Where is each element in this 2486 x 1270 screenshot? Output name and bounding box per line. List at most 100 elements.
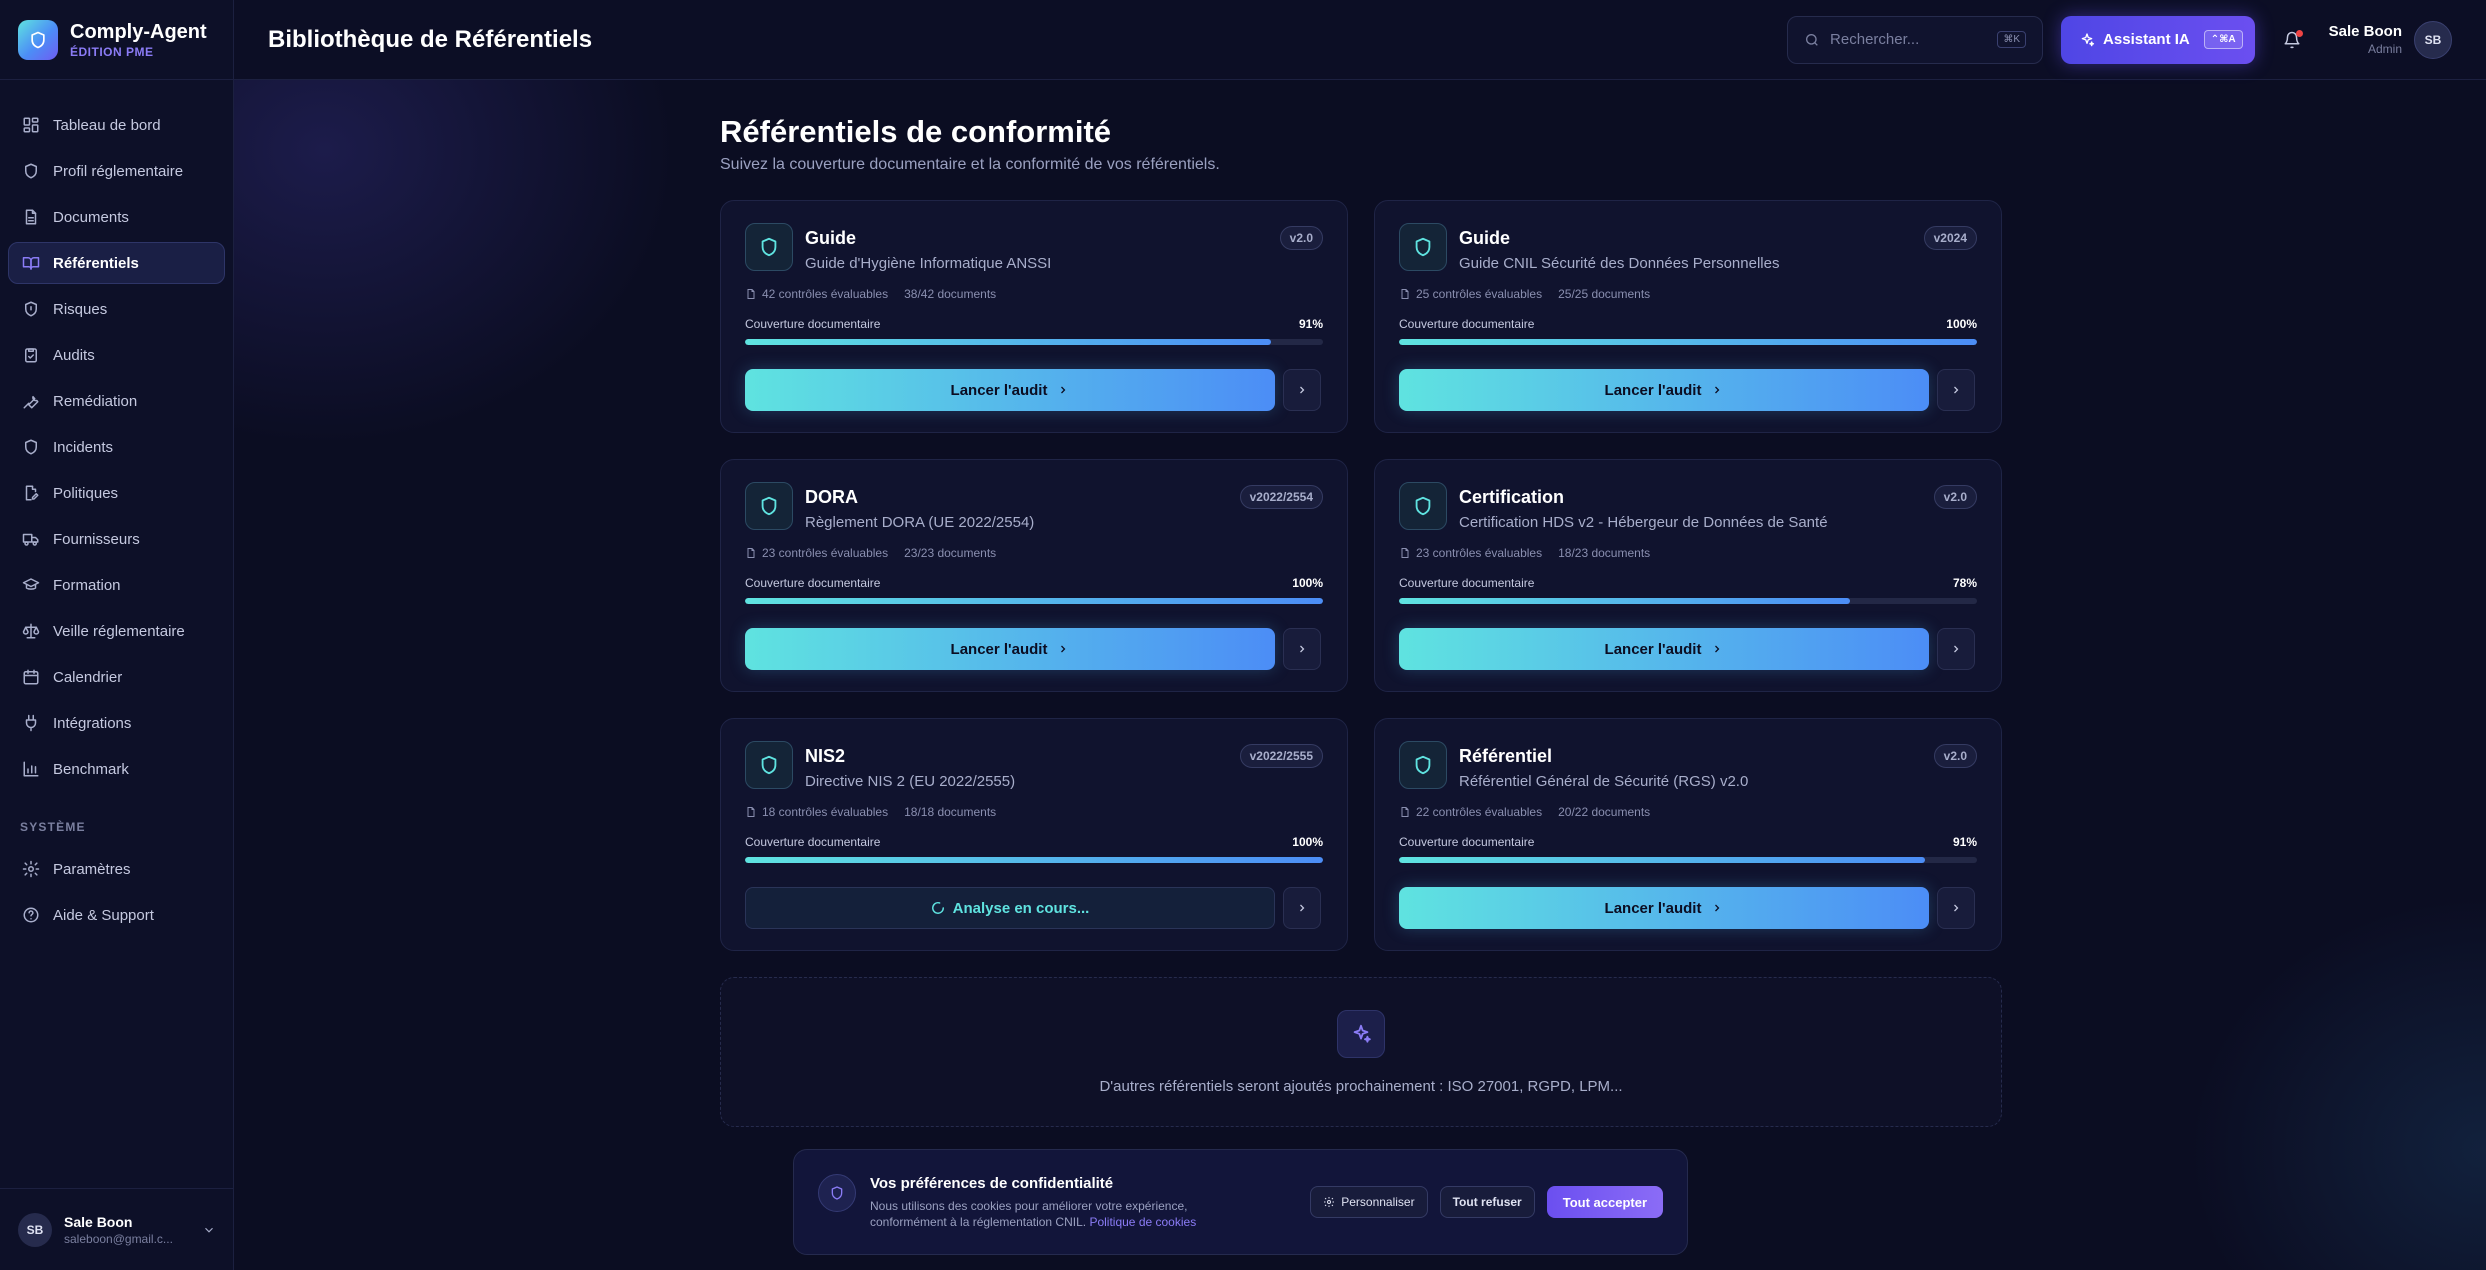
coverage-percent: 91%: [1952, 835, 1977, 849]
chevron-right-icon: [1296, 384, 1308, 396]
book-icon: [21, 253, 41, 273]
card-details-button[interactable]: [1937, 369, 1975, 411]
launch-audit-label: Lancer l'audit: [950, 640, 1048, 658]
sidebar-item-formation[interactable]: Formation: [8, 564, 225, 606]
card-details-button[interactable]: [1937, 628, 1975, 670]
sidebar-item-risques[interactable]: Risques: [8, 288, 225, 330]
sidebar-item-label: Remédiation: [53, 392, 138, 410]
ai-assistant-button[interactable]: Assistant IA ⌃⌘A: [2061, 15, 2255, 64]
document-icon: [1399, 547, 1411, 559]
launch-audit-button[interactable]: Lancer l'audit: [1399, 628, 1929, 670]
sidebar-user[interactable]: SB Sale Boon saleboon@gmail.c...: [0, 1188, 234, 1270]
sidebar-item-fournisseurs[interactable]: Fournisseurs: [8, 518, 225, 560]
sidebar-item-label: Paramètres: [53, 860, 131, 878]
chevron-down-icon[interactable]: [202, 1223, 216, 1237]
sidebar-item-veille-reglementaire[interactable]: Veille réglementaire: [8, 610, 225, 652]
coverage-progress-bar: [1399, 598, 1977, 604]
card-details-button[interactable]: [1283, 628, 1321, 670]
coverage-progress-bar: [1399, 857, 1977, 863]
coverage-progress-fill: [1399, 857, 1925, 863]
sidebar-item-label: Documents: [53, 208, 129, 226]
version-badge: v2.0: [1933, 744, 1977, 768]
sidebar-item-integrations[interactable]: Intégrations: [8, 702, 225, 744]
sidebar-item-label: Calendrier: [53, 668, 123, 686]
launch-audit-button[interactable]: Lancer l'audit: [1399, 369, 1929, 411]
coverage-percent: 100%: [1946, 317, 1977, 331]
document-icon: [1399, 288, 1411, 300]
coverage-percent: 100%: [1292, 576, 1323, 590]
section-heading: Référentiels de conformité: [720, 114, 1112, 149]
cookie-policy-link[interactable]: Politique de cookies: [1089, 1215, 1196, 1229]
header-user[interactable]: Sale Boon Admin: [2329, 23, 2402, 56]
sidebar-item-calendrier[interactable]: Calendrier: [8, 656, 225, 698]
brand-edition: ÉDITION PME: [70, 44, 154, 59]
coverage-progress-bar: [745, 598, 1323, 604]
sidebar-item-parametres[interactable]: Paramètres: [8, 848, 225, 890]
search-input[interactable]: Rechercher... ⌘K: [1787, 15, 2044, 64]
sidebar-item-label: Benchmark: [53, 760, 129, 778]
brand[interactable]: Comply-Agent ÉDITION PME: [0, 0, 233, 80]
accept-cookies-button[interactable]: Tout accepter: [1546, 1186, 1663, 1218]
documents-count: 18/23 documents: [1558, 546, 1651, 560]
calendar-icon: [21, 667, 41, 687]
chevron-right-icon: [1057, 643, 1069, 655]
sidebar-item-label: Risques: [53, 300, 108, 318]
card-title: Certification: [1459, 487, 1565, 507]
sidebar: Comply-Agent ÉDITION PME Tableau de bord…: [0, 0, 234, 1270]
sidebar-item-incidents[interactable]: Incidents: [8, 426, 225, 468]
coverage-label: Couverture documentaire: [745, 576, 881, 590]
sidebar-item-audits[interactable]: Audits: [8, 334, 225, 376]
sidebar-user-name: Sale Boon: [64, 1213, 133, 1230]
card-details-button[interactable]: [1283, 887, 1321, 929]
sidebar-item-politiques[interactable]: Politiques: [8, 472, 225, 514]
documents-count: 25/25 documents: [1558, 287, 1651, 301]
card-details-button[interactable]: [1283, 369, 1321, 411]
controls-count: 22 contrôles évaluables: [1416, 805, 1543, 819]
sidebar-item-profil-reglementaire[interactable]: Profil réglementaire: [8, 150, 225, 192]
analysing-label: Analyse en cours...: [952, 899, 1090, 917]
document-icon: [745, 806, 757, 818]
notifications-bell-icon[interactable]: [2283, 29, 2303, 49]
version-badge: v2.0: [1933, 485, 1977, 509]
sidebar-item-label: Audits: [53, 346, 95, 364]
sidebar-item-aide-support[interactable]: Aide & Support: [8, 894, 225, 936]
shield-icon: [745, 741, 793, 789]
launch-audit-button[interactable]: Lancer l'audit: [745, 369, 1275, 411]
sidebar-user-email: saleboon@gmail.c...: [64, 1231, 173, 1246]
chevron-right-icon: [1711, 643, 1723, 655]
version-badge: v2022/2555: [1239, 744, 1323, 768]
controls-count: 23 contrôles évaluables: [762, 546, 889, 560]
upcoming-frameworks-panel: D'autres référentiels seront ajoutés pro…: [720, 977, 2002, 1127]
avatar[interactable]: SB: [2414, 20, 2452, 59]
document-icon: [21, 207, 41, 227]
sidebar-item-referentiels[interactable]: Référentiels: [8, 242, 225, 284]
coverage-label: Couverture documentaire: [1399, 576, 1535, 590]
chevron-right-icon: [1950, 902, 1962, 914]
sidebar-item-benchmark[interactable]: Benchmark: [8, 748, 225, 790]
ai-shortcut: ⌃⌘A: [2203, 30, 2243, 49]
card-details-button[interactable]: [1937, 887, 1975, 929]
sidebar-item-documents[interactable]: Documents: [8, 196, 225, 238]
brand-name: Comply-Agent: [70, 20, 207, 43]
reject-cookies-button[interactable]: Tout refuser: [1439, 1186, 1535, 1218]
card-description: Certification HDS v2 - Hébergeur de Donn…: [1459, 514, 1828, 531]
chevron-right-icon: [1711, 902, 1723, 914]
customize-cookies-button[interactable]: Personnaliser: [1310, 1186, 1428, 1218]
customize-label: Personnaliser: [1341, 1195, 1415, 1209]
truck-icon: [21, 529, 41, 549]
sidebar-item-remediation[interactable]: Remédiation: [8, 380, 225, 422]
launch-audit-button[interactable]: Lancer l'audit: [1399, 887, 1929, 929]
cookie-title: Vos préférences de confidentialité: [870, 1174, 1114, 1192]
graduation-cap-icon: [21, 575, 41, 595]
topbar: Bibliothèque de Référentiels Rechercher.…: [234, 0, 2486, 80]
sidebar-item-tableau-de-bord[interactable]: Tableau de bord: [8, 104, 225, 146]
card-title: DORA: [805, 487, 858, 507]
document-icon: [745, 288, 757, 300]
coverage-percent: 78%: [1952, 576, 1977, 590]
launch-audit-button[interactable]: Lancer l'audit: [745, 628, 1275, 670]
coverage-progress-fill: [1399, 598, 1850, 604]
coverage-label: Couverture documentaire: [1399, 835, 1535, 849]
search-shortcut: ⌘K: [1997, 31, 2027, 48]
coverage-label: Couverture documentaire: [745, 835, 881, 849]
sidebar-item-label: Référentiels: [53, 254, 139, 272]
